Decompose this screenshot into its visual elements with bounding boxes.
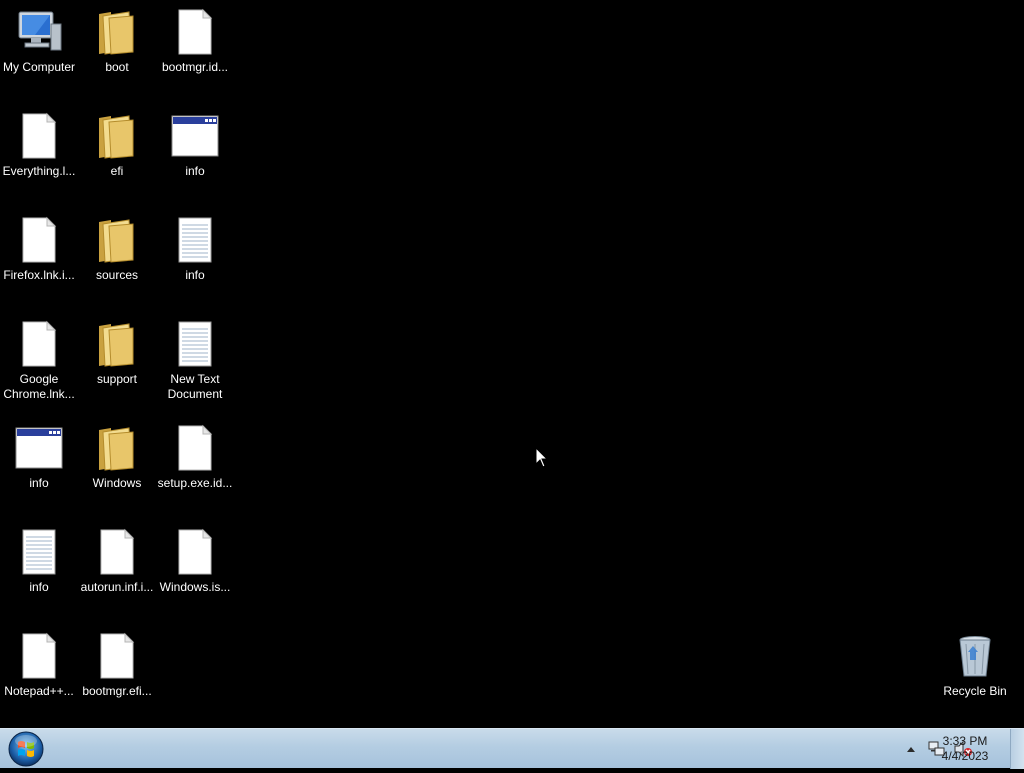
- desktop-icon-label: info: [29, 476, 49, 490]
- desktop-icon[interactable]: efi: [78, 104, 156, 204]
- text-document-icon: [15, 528, 63, 576]
- show-desktop-button[interactable]: [1010, 729, 1024, 769]
- file-icon: [171, 8, 219, 56]
- mouse-cursor-icon: [535, 447, 549, 468]
- recycle-bin[interactable]: Recycle Bin: [936, 624, 1014, 724]
- folder-icon: [93, 112, 141, 160]
- file-icon: [93, 528, 141, 576]
- application-window-icon: [15, 424, 63, 472]
- folder-icon: [93, 320, 141, 368]
- desktop-icon-label: Everything.l...: [2, 164, 76, 178]
- desktop-icon[interactable]: Firefox.lnk.i...: [0, 208, 78, 308]
- desktop-icon[interactable]: sources: [78, 208, 156, 308]
- folder-icon: [93, 216, 141, 264]
- desktop-icon-label: Google Chrome.lnk...: [3, 372, 75, 401]
- computer-icon: [15, 8, 63, 56]
- file-icon: [15, 632, 63, 680]
- recycle-bin-icon: [951, 632, 999, 680]
- clock-date: 4/4/2023: [941, 749, 989, 763]
- desktop-icon-label: info: [185, 268, 205, 282]
- desktop-icon-label: bootmgr.efi...: [82, 684, 152, 698]
- desktop-icon[interactable]: My Computer: [0, 0, 78, 100]
- desktop-icon-label: New Text Document: [167, 372, 223, 401]
- desktop-icon-label: Notepad++...: [4, 684, 74, 698]
- desktop-icon[interactable]: info: [0, 416, 78, 516]
- desktop-icon[interactable]: Windows.is...: [156, 520, 234, 620]
- desktop-icon-label: support: [96, 372, 138, 386]
- desktop-icon-label: setup.exe.id...: [157, 476, 233, 490]
- desktop-icon-label: efi: [110, 164, 124, 178]
- desktop-icon[interactable]: Google Chrome.lnk...: [0, 312, 78, 412]
- desktop-icon-label: Firefox.lnk.i...: [3, 268, 75, 282]
- desktop-icon[interactable]: info: [0, 520, 78, 620]
- desktop-icon-label: info: [185, 164, 205, 178]
- desktop-icon-label: bootmgr.id...: [161, 60, 229, 74]
- desktop-icon[interactable]: Everything.l...: [0, 104, 78, 204]
- desktop-icon[interactable]: Windows: [78, 416, 156, 516]
- file-icon: [15, 112, 63, 160]
- desktop-icon-label: Windows.is...: [159, 580, 231, 594]
- taskbar-clock[interactable]: 3:33 PM 4/4/2023: [932, 734, 998, 764]
- recycle-bin-label: Recycle Bin: [943, 684, 1007, 698]
- desktop-icon[interactable]: info: [156, 104, 234, 204]
- desktop-icon-label: sources: [95, 268, 139, 282]
- desktop-icon-label: My Computer: [2, 60, 76, 74]
- desktop-icon[interactable]: bootmgr.efi...: [78, 624, 156, 724]
- text-document-icon: [171, 320, 219, 368]
- show-hidden-icons-icon[interactable]: [900, 738, 922, 760]
- file-icon: [171, 528, 219, 576]
- application-window-icon: [171, 112, 219, 160]
- taskbar: 3:33 PM 4/4/2023: [0, 728, 1024, 769]
- desktop-icon[interactable]: New Text Document: [156, 312, 234, 412]
- file-icon: [15, 320, 63, 368]
- desktop-icon[interactable]: bootmgr.id...: [156, 0, 234, 100]
- desktop-icon[interactable]: boot: [78, 0, 156, 100]
- folder-icon: [93, 424, 141, 472]
- desktop-icon-label: info: [29, 580, 49, 594]
- desktop-icon[interactable]: info: [156, 208, 234, 308]
- desktop-icon-label: autorun.inf.i...: [80, 580, 154, 594]
- desktop-icon[interactable]: autorun.inf.i...: [78, 520, 156, 620]
- desktop-icon[interactable]: support: [78, 312, 156, 412]
- file-icon: [93, 632, 141, 680]
- desktop: My Computer boot bootmgr.id... Everything.l…: [0, 0, 1024, 728]
- desktop-icon[interactable]: Notepad++...: [0, 624, 78, 724]
- desktop-icon[interactable]: setup.exe.id...: [156, 416, 234, 516]
- folder-icon: [93, 8, 141, 56]
- desktop-icon-label: Windows: [92, 476, 142, 490]
- file-icon: [171, 424, 219, 472]
- file-icon: [15, 216, 63, 264]
- text-document-icon: [171, 216, 219, 264]
- windows-start-orb-icon: [8, 731, 44, 767]
- desktop-icon-label: boot: [105, 60, 129, 74]
- clock-time: 3:33 PM: [942, 734, 988, 748]
- start-button[interactable]: [6, 730, 46, 768]
